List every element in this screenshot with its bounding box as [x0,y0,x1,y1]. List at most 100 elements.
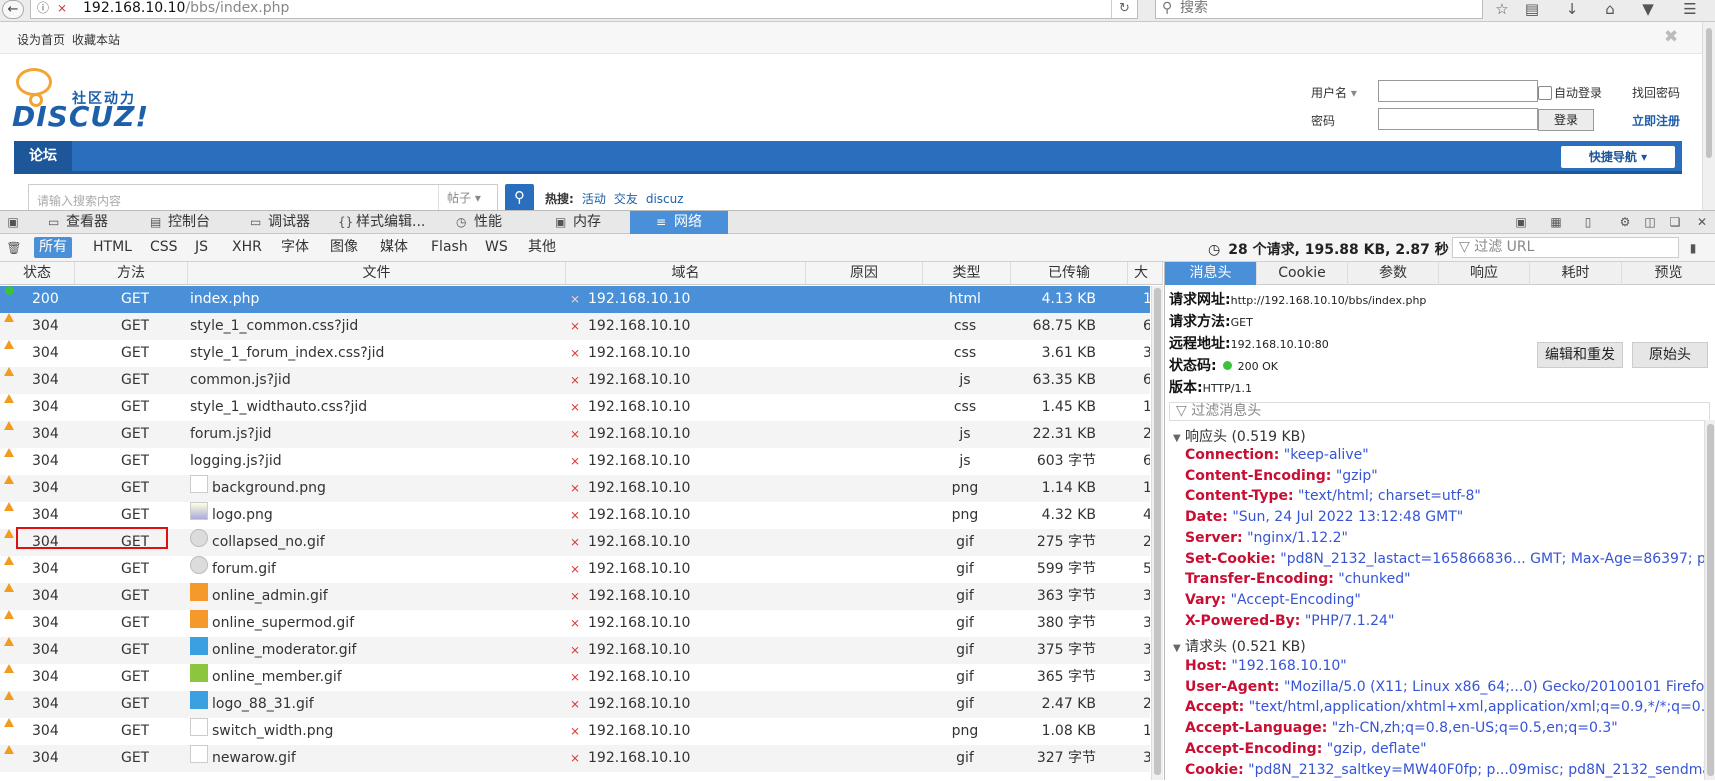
header-row[interactable]: Content-Type: "text/html; charset=utf-8" [1185,486,1705,507]
header-row[interactable]: Content-Encoding: "gzip" [1185,466,1705,487]
filter-css[interactable]: CSS [145,237,183,258]
tab-debugger[interactable]: ▭ 调试器 [250,211,332,234]
header-row[interactable]: Connection: "keep-alive" [1185,445,1705,466]
request-row[interactable]: 304GETonline_supermod.gif⨯192.168.10.10i… [0,610,1150,637]
url-filter-input[interactable]: ▽ 过滤 URL [1452,237,1679,258]
pocket-icon[interactable]: ▼ [1636,0,1660,19]
tab-headers[interactable]: 消息头 [1165,262,1257,285]
request-row[interactable]: 304 GET style_1_widthauto.css?jid ⨯ 192.168.… [0,394,1150,421]
tab-response[interactable]: 响应 [1439,262,1530,285]
tab-style-editor[interactable]: {} 样式编辑... [338,211,438,234]
request-row[interactable]: 304GETforum.gif⨯192.168.10.10imggif599 字… [0,556,1150,583]
login-button[interactable]: 登录 [1538,109,1594,131]
filter-ws[interactable]: WS [480,237,513,258]
header-row[interactable]: Server: "nginx/1.12.2" [1185,528,1705,549]
tab-memory[interactable]: ▣ 内存 [555,211,625,234]
info-icon[interactable]: ⓘ [37,0,49,17]
filter-xhr[interactable]: XHR [227,237,267,258]
password-input[interactable] [1378,108,1538,130]
header-row[interactable]: Accept-Encoding: "gzip, deflate" [1185,739,1705,760]
header-row[interactable]: Set-Cookie: "pd8N_2132_lastact=165866836… [1185,549,1705,570]
request-row[interactable]: 304 GET online_moderator.gif ⨯ 192.168.10.10… [0,637,1150,664]
header-row[interactable]: Cookie: "pd8N_2132_saltkey=MW40F0fp; p..… [1185,760,1705,781]
header-row[interactable]: Transfer-Encoding: "chunked" [1185,569,1705,590]
tab-preview[interactable]: 预览 [1622,262,1715,285]
bookmark-star-icon[interactable]: ☆ [1490,0,1514,19]
request-row[interactable]: 304 GET style_1_forum_index.css?jid ⨯ 192.16… [0,340,1150,367]
tab-network[interactable]: ≡ 网络 [630,211,728,234]
gear-icon[interactable]: ⚙ [1615,211,1635,234]
trash-icon[interactable]: 🗑 [4,237,24,260]
filter-other[interactable]: 其他 [523,237,561,258]
screenshot-icon[interactable]: ▦ [1546,211,1566,234]
request-row[interactable]: 200GETindex.php⨯192.168.10.10JSdocumenth… [0,286,1150,313]
tab-console[interactable]: ▤ 控制台 [150,211,240,234]
tab-timings[interactable]: 耗时 [1530,262,1622,285]
back-button[interactable]: ← [2,0,24,19]
filter-js[interactable]: JS [190,237,213,258]
raw-headers-button[interactable]: 原始头 [1632,342,1708,368]
forgot-password-link[interactable]: 找回密码 [1632,84,1680,101]
request-row[interactable]: 304GETonline_member.gif⨯192.168.10.10img… [0,664,1150,691]
filter-flash[interactable]: Flash [426,237,473,258]
autologin-checkbox[interactable]: 自动登录 [1538,84,1602,101]
filter-media[interactable]: 媒体 [375,237,413,258]
username-input[interactable] [1378,80,1538,102]
request-row[interactable]: 304GETlogo_88_31.gif⨯192.168.10.10imggif… [0,691,1150,718]
request-headers-section[interactable]: ▼ 请求头 (0.521 KB) [1173,636,1306,656]
bookmark-site-link[interactable]: 收藏本站 [72,31,120,48]
request-row[interactable]: 304GETswitch_width.png⨯192.168.10.10JSim… [0,718,1150,745]
col-status[interactable]: 状态 [0,262,75,284]
browser-search-input[interactable]: ⚲ 搜索 [1155,0,1483,19]
search-type-select[interactable]: 帖子 ▾ [438,185,498,211]
insecure-lock-icon[interactable]: ⨯ [57,0,67,17]
site-logo[interactable]: 社区动力 DISCUZ! [12,66,152,136]
home-icon[interactable]: ⌂ [1598,0,1622,19]
tab-params[interactable]: 参数 [1348,262,1439,285]
header-row[interactable]: Host: "192.168.10.10" [1185,656,1705,677]
request-row[interactable]: 304GETforum.js?jid⨯192.168.10.10scriptjs… [0,421,1150,448]
col-size[interactable]: 大 [1128,262,1163,284]
header-row[interactable]: User-Agent: "Mozilla/5.0 (X11; Linux x86… [1185,677,1705,698]
close-icon[interactable]: ✖ [1664,27,1678,47]
col-method[interactable]: 方法 [75,262,188,284]
element-picker-icon[interactable]: ▣ [3,211,23,234]
request-row[interactable]: 304 GET style_1_common.css?jid ⨯ 192.168.10.… [0,313,1150,340]
responsive-icon[interactable]: ▯ [1578,211,1598,234]
header-filter-input[interactable]: ▽ 过滤消息头 [1169,402,1710,421]
hot-item[interactable]: 活动 [582,192,606,206]
header-row[interactable]: Date: "Sun, 24 Jul 2022 13:12:48 GMT" [1185,507,1705,528]
col-domain[interactable]: 域名 [566,262,806,284]
site-search-input[interactable]: 请输入搜索内容 帖子 ▾ [28,184,498,212]
tab-inspector[interactable]: ▭ 查看器 [48,211,146,234]
request-row[interactable]: 304GETlogo.png⨯192.168.10.10imgpng4.32 K… [0,502,1150,529]
request-list-scrollbar[interactable] [1151,286,1163,780]
col-transferred[interactable]: 已传输 [1011,262,1128,284]
hot-item[interactable]: discuz [646,192,684,206]
tab-cookies[interactable]: Cookie [1257,262,1348,285]
request-row[interactable]: 304GETbackground.png⨯192.168.10.10imgpng… [0,475,1150,502]
header-row[interactable]: Accept-Language: "zh-CN,zh;q=0.8,en-US;q… [1185,718,1705,739]
request-row[interactable]: 304GETonline_admin.gif⨯192.168.10.10imgg… [0,583,1150,610]
toggle-sidebar-icon[interactable]: ▮ [1683,237,1703,260]
undock-icon[interactable]: ❏ [1665,211,1685,234]
page-scrollbar[interactable] [1702,22,1715,210]
col-cause[interactable]: 原因 [806,262,923,284]
tab-performance[interactable]: ◷ 性能 [456,211,526,234]
request-row[interactable]: 304GETcollapsed_no.gif⨯192.168.10.10imgg… [0,529,1150,556]
url-bar[interactable]: ⓘ ⨯ 192.168.10.10/bbs/index.php ↻ [30,0,1138,19]
header-row[interactable]: Accept: "text/html,application/xhtml+xml… [1185,697,1705,718]
filter-all[interactable]: 所有 [34,237,72,258]
request-row[interactable]: 304GETnewarow.gif⨯192.168.10.10JSimggif3… [0,745,1150,772]
filter-html[interactable]: HTML [88,237,137,258]
reading-list-icon[interactable]: ▤ [1520,0,1544,19]
site-search-button[interactable]: ⚲ [505,184,534,212]
username-label[interactable]: 用户名 ▾ [1311,84,1357,101]
header-row[interactable]: Vary: "Accept-Encoding" [1185,590,1705,611]
set-homepage-link[interactable]: 设为首页 [17,31,65,48]
split-icon[interactable]: ◫ [1640,211,1660,234]
hot-item[interactable]: 交友 [614,192,638,206]
download-icon[interactable]: ↓ [1560,0,1584,19]
request-row[interactable]: 304GETlogging.js?jid⨯192.168.10.10script… [0,448,1150,475]
header-row[interactable]: X-Powered-By: "PHP/7.1.24" [1185,611,1705,632]
